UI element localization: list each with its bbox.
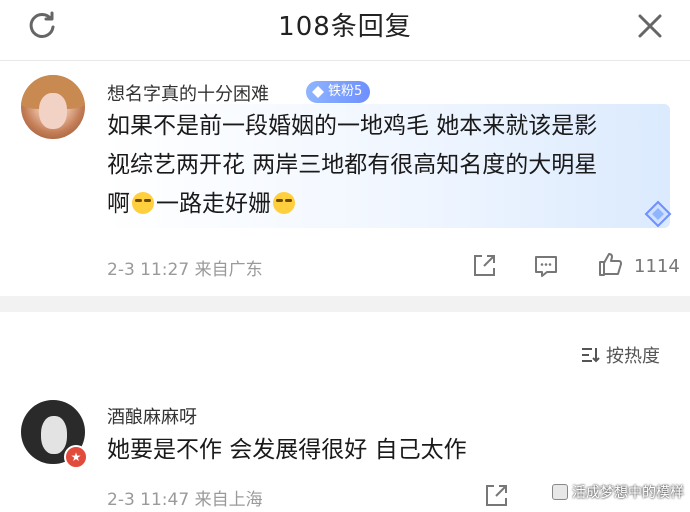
sort-icon	[582, 348, 600, 363]
comment-line: 啊一路走好姗	[107, 185, 597, 224]
comment-meta: 2-3 11:27 来自广东	[107, 260, 263, 280]
comment-text: 如果不是前一段婚姻的一地鸡毛 她本来就该是影 视综艺两开花 两岸三地都有很高知名…	[107, 107, 597, 224]
sort-label: 按热度	[606, 346, 660, 367]
section-divider	[0, 296, 690, 312]
like-count: 1114	[634, 256, 680, 277]
crying-face-icon	[273, 192, 295, 214]
like-icon[interactable]	[596, 250, 624, 278]
verified-badge-icon: ★	[64, 445, 88, 469]
comment-line: 视综艺两开花 两岸三地都有很高知名度的大明星	[107, 152, 598, 178]
diamond-icon	[312, 86, 324, 98]
comment-meta: 2-3 11:47 来自上海	[107, 490, 263, 510]
avatar[interactable]	[21, 75, 85, 139]
badge-label: 铁粉5	[328, 84, 363, 99]
share-icon[interactable]	[482, 482, 510, 510]
watermark-text: 活成梦想中的模样	[572, 485, 684, 501]
page-title: 108条回复	[278, 12, 412, 42]
comment-text: 她要是不作 会发展得很好 自己太作	[107, 437, 467, 463]
share-icon[interactable]	[470, 252, 498, 280]
sort-by-hot-button[interactable]: 按热度	[580, 342, 660, 368]
username[interactable]: 酒酿麻麻呀	[107, 403, 197, 429]
header-divider	[0, 60, 690, 61]
username[interactable]: 想名字真的十分困难	[107, 80, 269, 106]
comment-line: 如果不是前一段婚姻的一地鸡毛 她本来就该是影	[107, 113, 598, 139]
watermark: 活成梦想中的模样	[552, 482, 684, 502]
comment-icon[interactable]	[532, 252, 560, 280]
close-icon[interactable]	[634, 10, 666, 42]
comment-line-part: 一路走好姗	[156, 191, 271, 217]
crying-face-icon	[132, 192, 154, 214]
watermark-logo-icon	[552, 484, 568, 500]
comment-line-part: 啊	[107, 191, 130, 217]
fan-badge[interactable]: 铁粉5	[306, 81, 371, 103]
top-bar: 108条回复	[0, 0, 690, 52]
diamond-icon	[644, 200, 672, 228]
